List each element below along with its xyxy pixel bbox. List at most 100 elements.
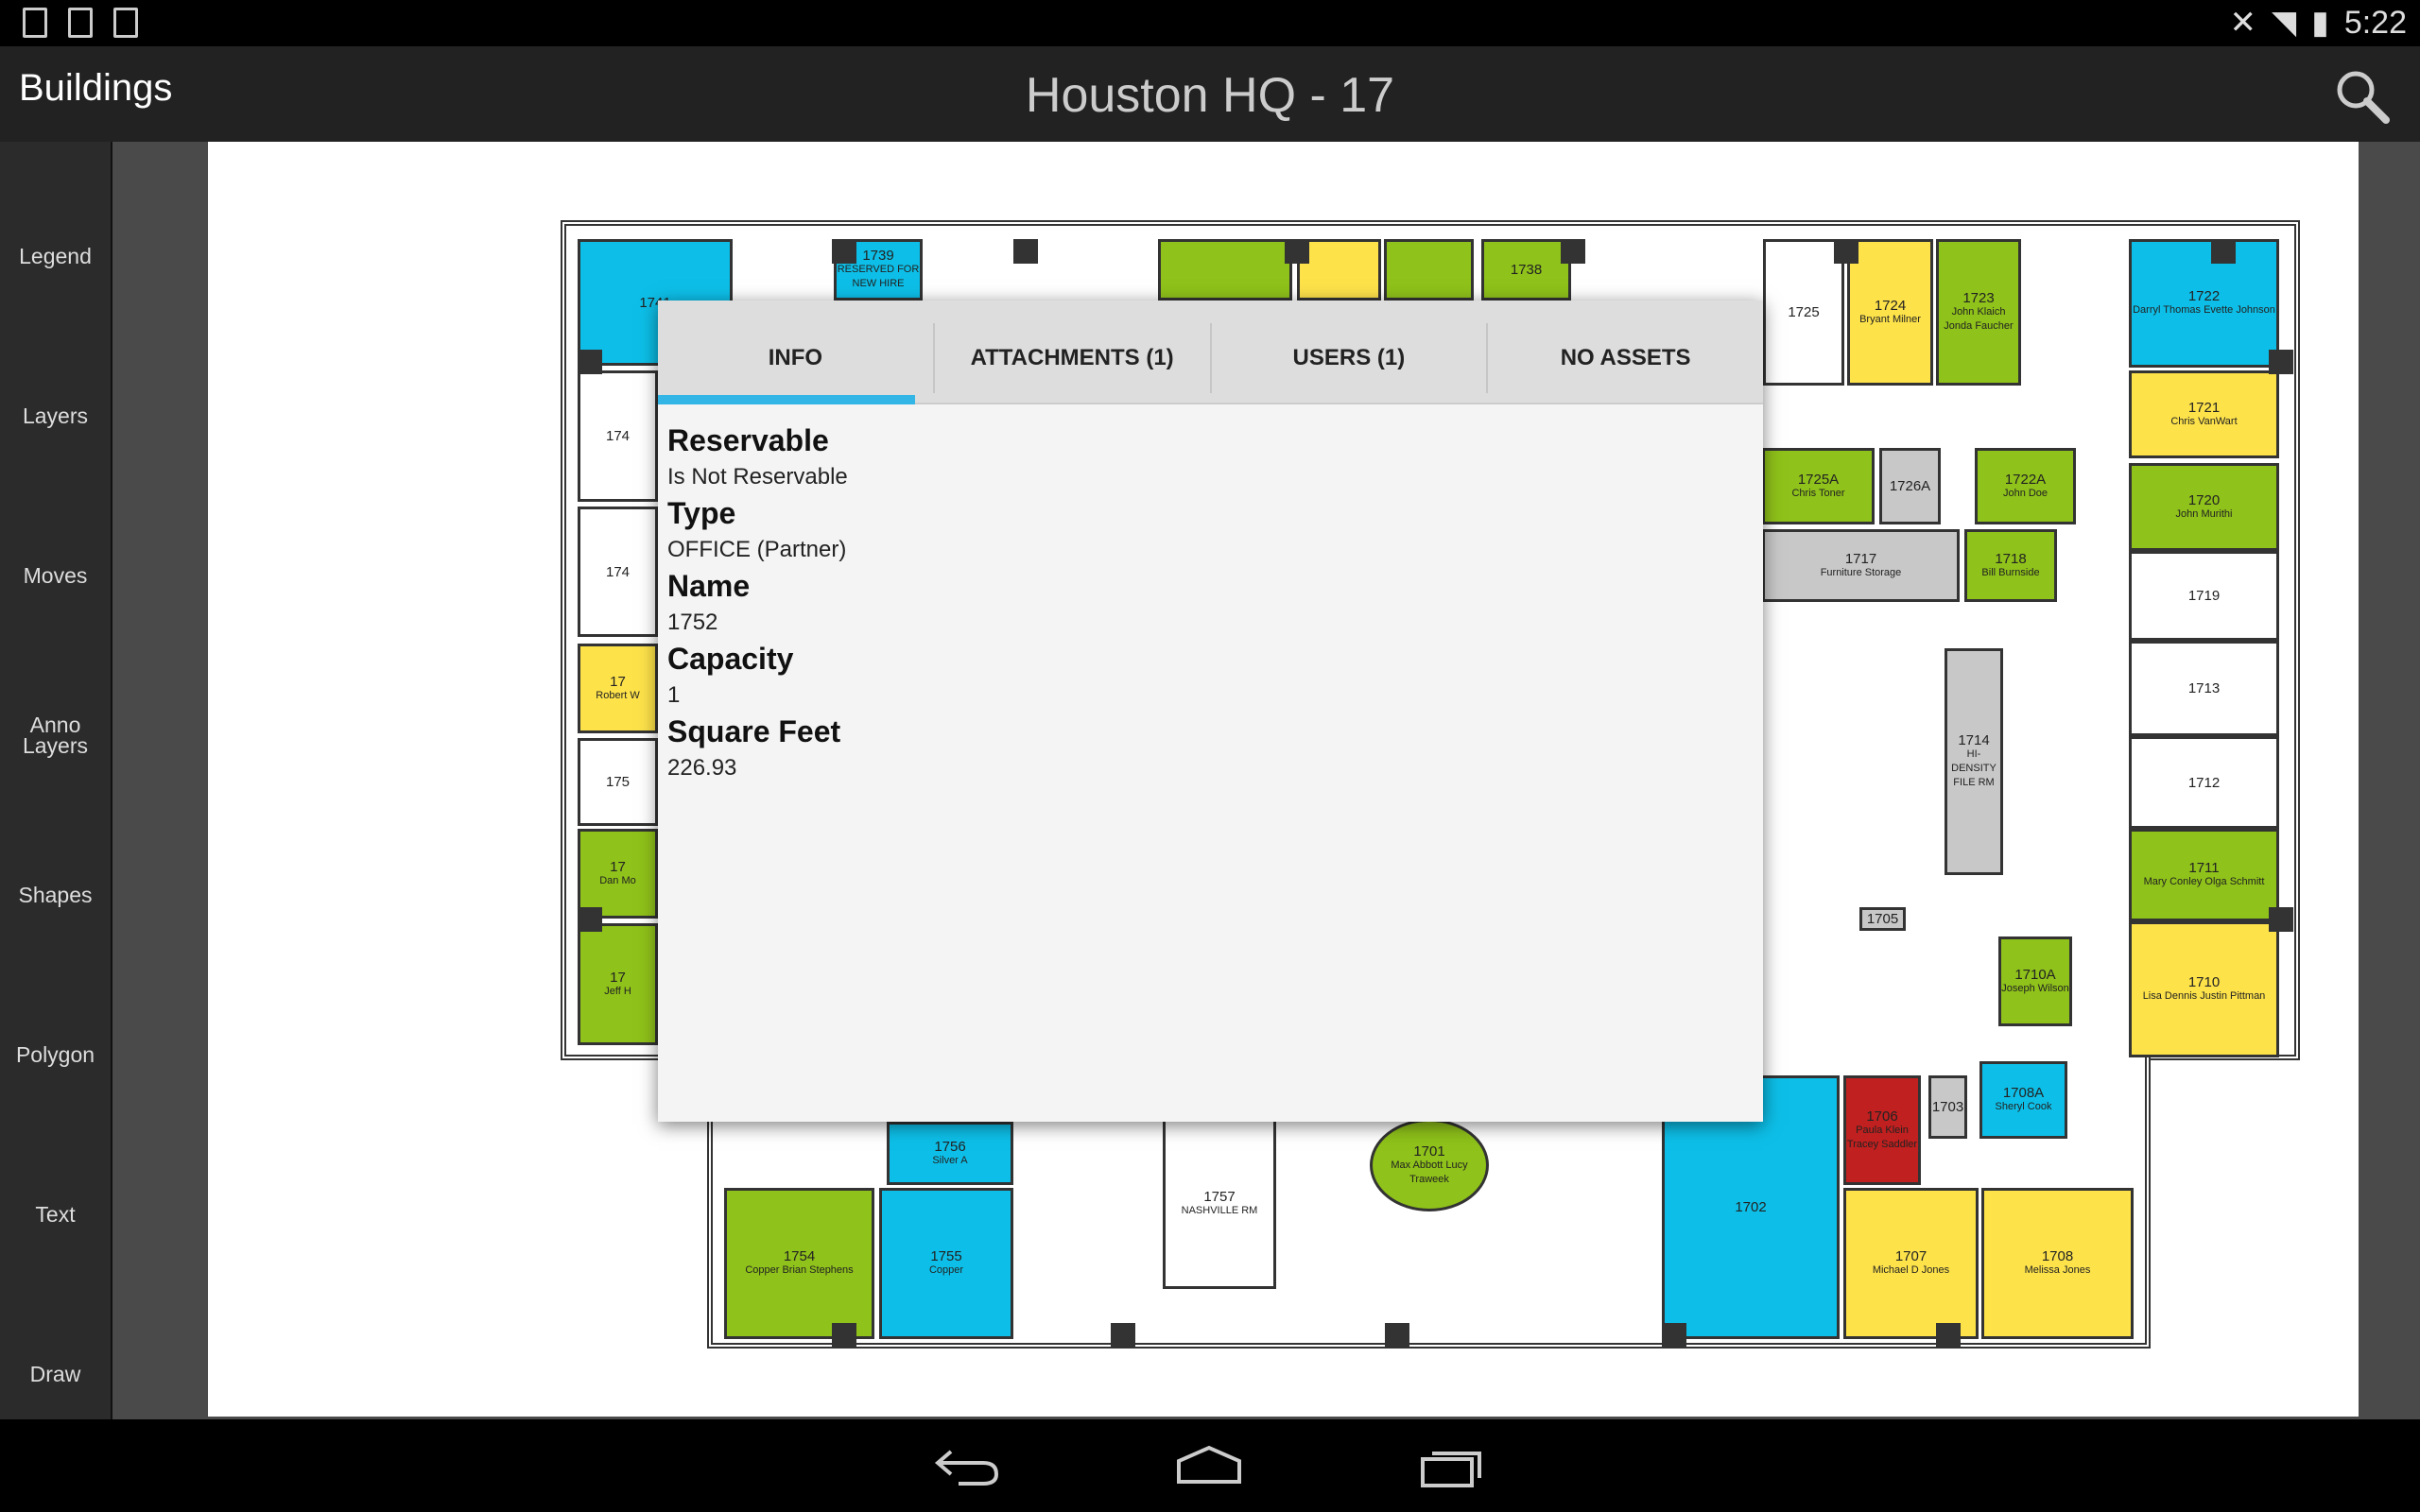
structural-column [1561,239,1585,264]
sidebar-item-shapes[interactable]: Shapes [0,781,111,940]
room-1722A[interactable]: 1722A John Doe [1975,448,2076,524]
home-icon[interactable] [1175,1444,1243,1487]
room-unlabeled-33[interactable] [1297,239,1381,301]
sidebar-item-polygon[interactable]: Polygon [0,940,111,1100]
room-number: 1710 [2187,974,2221,990]
room-1711[interactable]: 1711 Mary Conley Olga Schmitt [2129,829,2279,921]
room-1725A[interactable]: 1725A Chris Toner [1762,448,1875,524]
structural-column [1834,239,1858,264]
room-1708A[interactable]: 1708A Sheryl Cook [1979,1061,2067,1139]
room-1722[interactable]: 1722 Darryl Thomas Evette Johnson [2129,239,2279,368]
room-number: 1757 [1203,1189,1236,1205]
field-value: 1 [667,682,681,708]
room-1723[interactable]: 1723 John Klaich Jonda Faucher [1936,239,2021,386]
room-1726A[interactable]: 1726A [1879,448,1941,524]
room-unlabeled-32[interactable] [1158,239,1292,301]
room-1710[interactable]: 1710 Lisa Dennis Justin Pittman [2129,921,2279,1057]
room-1738[interactable]: 1738 [1481,239,1571,301]
structural-column [1936,1323,1961,1348]
back-icon[interactable] [934,1444,1002,1487]
room-1712[interactable]: 1712 [2129,736,2279,829]
map-pin-blue-icon[interactable] [1805,934,1846,990]
room-unlabeled-34[interactable] [1384,239,1474,301]
tab-attachments[interactable]: ATTACHMENTS (1) [935,323,1212,393]
room-174[interactable]: 174 [578,507,658,637]
field-value: OFFICE (Partner) [667,537,847,562]
room-1725[interactable]: 1725 [1763,239,1844,386]
shapes-icon [26,816,85,875]
room-1720[interactable]: 1720 John Murithi [2129,463,2279,551]
palette-icon [26,178,85,236]
move-arrows-icon [26,497,85,556]
sidebar-item-text[interactable]: Text [0,1100,111,1260]
room-1713[interactable]: 1713 [2129,641,2279,736]
room-occupants: Furniture Storage [1820,566,1902,578]
room-17[interactable]: 17 Robert W [578,644,658,733]
map-pin-red-icon[interactable] [2078,1234,2119,1291]
sidebar-item-label: Shapes [18,882,93,907]
room-1717[interactable]: 1717 Furniture Storage [1762,529,1960,602]
room-occupants: John Murithi [2175,507,2233,520]
sidebar-item-label: Polygon [15,1041,95,1067]
room-number: 1724 [1874,297,1907,314]
room-1706[interactable]: 1706 Paula Klein Tracey Saddler [1843,1075,1921,1185]
room-1724[interactable]: 1724 Bryant Milner [1847,239,1933,386]
sidebar-item-legend[interactable]: Legend [0,142,111,301]
field-label: Name [667,569,751,603]
recents-icon[interactable] [1419,1444,1487,1487]
tab-users[interactable]: USERS (1) [1212,323,1489,393]
action-bar: Buildings Houston HQ - 17 [0,46,2420,142]
sidebar-item-layers[interactable]: Layers [0,301,111,461]
room-17[interactable]: 17 Dan Mo [578,829,658,919]
tab-no-assets[interactable]: NO ASSETS [1488,323,1763,393]
room-1719[interactable]: 1719 [2129,551,2279,641]
tab-info[interactable]: INFO [658,323,935,393]
room-174[interactable]: 174 [578,370,658,502]
room-1754[interactable]: 1754 Copper Brian Stephens [724,1188,874,1339]
text-icon [26,1136,85,1194]
room-number: 1719 [2187,588,2221,604]
room-number: 1756 [934,1138,966,1155]
structural-column [578,350,602,374]
room-number: 1712 [2187,774,2221,791]
room-number: 1713 [2187,680,2221,696]
room-17[interactable]: 17 Jeff H [578,923,658,1045]
room-1714[interactable]: 1714 HI-DENSITY FILE RM [1945,648,2003,875]
room-occupants: NASHVILLE RM [1181,1205,1258,1216]
room-occupants: Copper [928,1264,964,1276]
room-1710A[interactable]: 1710A Joseph Wilson [1998,936,2072,1026]
room-number: 174 [605,428,631,444]
sidebar-item-anno-layers[interactable]: Anno Layers [0,621,111,781]
room-1757[interactable]: 1757 NASHVILLE RM [1163,1119,1276,1289]
room-1701[interactable]: 1701 Max Abbott Lucy Traweek [1370,1119,1489,1211]
room-number: 1717 [1844,550,1877,567]
brush-icon [26,1296,85,1354]
room-1703[interactable]: 1703 [1928,1075,1967,1139]
room-number: 1722 [2187,288,2221,304]
wifi-icon: ◥ [2271,5,2297,41]
room-1707[interactable]: 1707 Michael D Jones [1843,1188,1979,1339]
room-1718[interactable]: 1718 Bill Burnside [1964,529,2057,602]
sidebar-item-label: Legend [19,243,92,268]
search-icon[interactable] [2333,67,2390,124]
room-1721[interactable]: 1721 Chris VanWart [2129,370,2279,458]
field-value: 226.93 [667,755,737,781]
sidebar-item-draw[interactable]: Draw [0,1260,111,1419]
image-icon [68,8,93,38]
structural-column [1285,239,1309,264]
field-value: Is Not Reservable [667,464,848,490]
room-number: 17 [610,969,626,986]
room-number: 1710A [2014,966,2056,983]
room-number: 1711 [2188,860,2220,876]
room-number: 175 [605,774,631,790]
room-175[interactable]: 175 [578,738,658,826]
room-1705[interactable]: 1705 [1859,907,1906,931]
room-occupants: Max Abbott Lucy Traweek [1391,1159,1468,1185]
sidebar-item-moves[interactable]: Moves [0,461,111,621]
room-number: 1721 [2187,399,2221,416]
room-1755[interactable]: 1755 Copper [879,1188,1013,1339]
room-1756[interactable]: 1756 Silver A [887,1122,1013,1185]
map-pin-orange-icon[interactable] [1776,1265,1818,1322]
room-occupants: Jeff H [604,985,631,997]
room-number: 1708 [2041,1248,2074,1264]
